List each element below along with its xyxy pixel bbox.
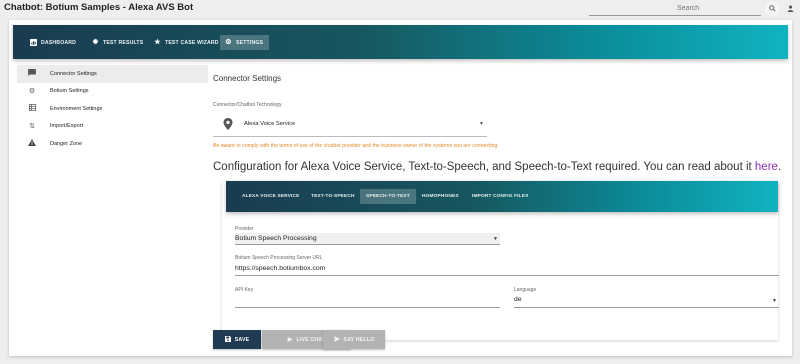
main-card: DASHBOARD ✹ TEST RESULTS ★ TEST CASE WIZ… (9, 20, 792, 356)
bug-icon: ✹ (92, 39, 99, 46)
nav-settings[interactable]: ⚙ SETTINGS (220, 35, 269, 50)
nav-dashboard-label: DASHBOARD (41, 39, 77, 46)
nav-test-case-wizard-label: TEST CASE WIZARD (165, 39, 219, 46)
sidebar-item-label: Import/Export (50, 123, 84, 130)
tab-speech-to-text[interactable]: SPEECH-TO-TEXT (360, 189, 416, 204)
search-button[interactable] (765, 1, 780, 16)
technology-label: Connector/Chatbot Technology (213, 102, 282, 108)
sidebar-item-label: Environment Settings (50, 105, 103, 112)
play-icon: ▶ (287, 337, 293, 343)
tab-alexa-voice-service[interactable]: ALEXA VOICE SERVICE (236, 189, 306, 204)
sidebar-item-label: Danger Zone (50, 140, 83, 147)
config-tabs: ALEXA VOICE SERVICE TEXT-TO-SPEECH SPEEC… (226, 181, 778, 212)
language-select[interactable]: de ▼ (514, 294, 779, 308)
language-value: de (514, 296, 522, 303)
say-hello-button-label: SAY HELLO (343, 336, 375, 343)
nav-test-case-wizard[interactable]: ★ TEST CASE WIZARD (149, 35, 224, 50)
tab-import-config-files[interactable]: IMPORT CONFIG FILES (466, 189, 534, 204)
location-pin-icon (223, 118, 233, 130)
language-label: Language (514, 287, 537, 293)
tab-text-to-speech[interactable]: TEXT-TO-SPEECH (305, 189, 361, 204)
tab-homophones[interactable]: HOMOPHONES (416, 189, 465, 204)
sidebar-item-import-export[interactable]: ⇅ Import/Export (17, 118, 208, 136)
star-icon: ★ (154, 39, 161, 46)
config-card: ALEXA VOICE SERVICE TEXT-TO-SPEECH SPEEC… (222, 181, 779, 340)
chart-icon (30, 39, 37, 46)
chat-icon (27, 69, 37, 78)
swap-icon: ⇅ (29, 123, 35, 131)
nav-settings-label: SETTINGS (236, 39, 264, 46)
sidebar-item-environment-settings[interactable]: Environment Settings (17, 100, 208, 118)
server-url-value: https://speech.botiumbox.com (235, 265, 326, 272)
sidebar-item-label: Botium Settings (50, 88, 89, 95)
sidebar-item-connector-settings[interactable]: Connector Settings (17, 65, 208, 83)
technology-value: Alexa Voice Service (244, 121, 296, 127)
main-navbar: DASHBOARD ✹ TEST RESULTS ★ TEST CASE WIZ… (13, 25, 788, 59)
provider-label: Provider (235, 226, 254, 232)
page-title: Chatbot: Botium Samples - Alexa AVS Bot (4, 2, 194, 13)
user-icon (787, 5, 793, 12)
warning-icon (27, 139, 37, 148)
nav-test-results-label: TEST RESULTS (103, 39, 144, 46)
sidebar-item-label: Connector Settings (50, 70, 97, 77)
nav-dashboard[interactable]: DASHBOARD (25, 35, 81, 50)
config-help-link[interactable]: here (755, 161, 778, 173)
sidebar-item-botium-settings[interactable]: ⚙ Botium Settings (17, 83, 208, 101)
gear-icon: ⚙ (28, 88, 36, 96)
search-icon (769, 5, 776, 12)
grid-icon (27, 104, 37, 113)
provider-select[interactable]: Botium Speech Processing ▼ (235, 233, 500, 245)
sidebar: Connector Settings ⚙ Botium Settings Env… (17, 65, 208, 153)
live-chat-button-label: LIVE CHAT (296, 336, 326, 343)
sidebar-item-danger-zone[interactable]: Danger Zone (17, 135, 208, 153)
search-field[interactable] (589, 1, 761, 16)
provider-value: Botium Speech Processing (235, 235, 317, 242)
chevron-down-icon: ▼ (493, 236, 498, 242)
gear-icon: ⚙ (225, 39, 232, 46)
top-bar: Chatbot: Botium Samples - Alexa AVS Bot (0, 0, 800, 18)
account-button[interactable] (784, 2, 796, 15)
config-heading-end: . (777, 161, 782, 173)
save-button-label: SAVE (234, 336, 250, 343)
nav-test-results[interactable]: ✹ TEST RESULTS (87, 35, 148, 50)
config-heading-text: Configuration for Alexa Voice Service, T… (213, 161, 752, 173)
chevron-down-icon: ▼ (479, 121, 484, 127)
floppy-disk-icon (224, 335, 231, 344)
chevron-down-icon: ▼ (772, 298, 777, 304)
send-icon (333, 335, 340, 344)
search-input[interactable] (677, 1, 757, 15)
compliance-warning: Be aware to comply with the terms of use… (213, 143, 499, 149)
api-key-label: API Key (235, 287, 254, 293)
server-url-label: Botium Speech Processing Server URL (235, 255, 323, 261)
technology-select[interactable]: Alexa Voice Service ▼ (213, 111, 487, 137)
api-key-field[interactable] (235, 294, 500, 308)
section-heading: Connector Settings (213, 74, 282, 83)
say-hello-button[interactable]: SAY HELLO (323, 330, 385, 349)
server-url-field[interactable]: https://speech.botiumbox.com (235, 263, 779, 276)
config-heading: Configuration for Alexa Voice Service, T… (213, 161, 781, 173)
save-button[interactable]: SAVE (213, 330, 261, 349)
